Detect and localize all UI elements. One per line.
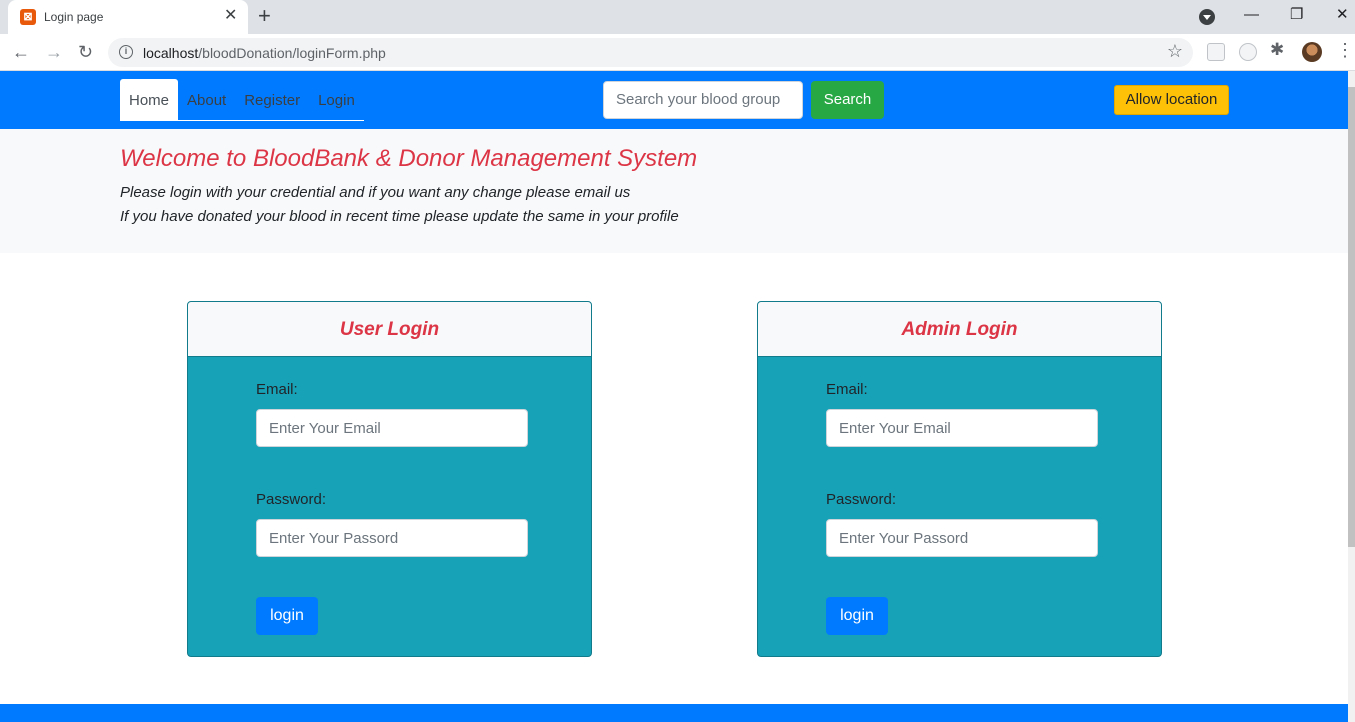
allow-location-button[interactable]: Allow location [1114,85,1229,115]
extension-icon[interactable] [1207,43,1225,61]
bookmark-star-icon[interactable]: ☆ [1167,41,1183,62]
info-icon[interactable]: i [119,45,133,59]
blood-group-search-input[interactable]: Search your blood group [603,81,803,119]
welcome-banner: Welcome to BloodBank & Donor Management … [0,129,1348,253]
nav-register[interactable]: Register [235,79,309,120]
user-login-card: User Login Email: Enter Your Email Passw… [187,301,592,657]
xampp-favicon-icon: ⊠ [20,9,36,25]
profile-avatar[interactable] [1302,42,1322,62]
extension-icon[interactable] [1239,43,1257,61]
welcome-line-1: Please login with your credential and if… [120,184,631,201]
admin-login-card: Admin Login Email: Enter Your Email Pass… [757,301,1162,657]
nav-about[interactable]: About [178,79,235,120]
reload-icon[interactable]: ↻ [78,40,93,64]
back-arrow-icon[interactable]: ← [12,40,30,64]
browser-tab[interactable]: ⊠ Login page ✕ [8,0,248,34]
nav-tabs: Home About Register Login [120,79,364,121]
tab-search-icon[interactable] [1199,9,1215,25]
extensions-puzzle-icon[interactable]: ✱ [1270,40,1284,60]
nav-home[interactable]: Home [120,79,179,120]
user-login-button[interactable]: login [256,597,318,635]
user-password-label: Password: [256,491,327,508]
user-email-input[interactable]: Enter Your Email [256,409,528,447]
url-text[interactable]: localhost/bloodDonation/loginForm.php [143,45,386,61]
browser-menu-icon[interactable]: ⋮ [1336,39,1354,61]
admin-password-label: Password: [826,491,897,508]
page-title: Welcome to BloodBank & Donor Management … [120,145,698,172]
new-tab-button[interactable]: + [258,4,271,28]
user-password-input[interactable]: Enter Your Passord [256,519,528,557]
scrollbar-thumb[interactable] [1348,87,1355,547]
admin-email-label: Email: [826,381,868,398]
restore-button[interactable]: ❐ [1290,5,1303,25]
close-window-button[interactable]: ✕ [1336,5,1349,25]
minimize-button[interactable]: — [1244,5,1259,25]
admin-login-button[interactable]: login [826,597,888,635]
tab-close-icon[interactable]: ✕ [224,7,237,25]
page-viewport: Home About Register Login Search your bl… [0,71,1355,722]
user-email-label: Email: [256,381,298,398]
tab-title: Login page [44,10,104,24]
search-button[interactable]: Search [811,81,884,119]
user-login-title: User Login [188,302,591,357]
site-navbar: Home About Register Login Search your bl… [0,71,1348,129]
tab-strip: ⊠ Login page ✕ + — ❐ ✕ [0,0,1355,34]
admin-login-title: Admin Login [758,302,1161,357]
browser-toolbar: ← → ↻ i localhost/bloodDonation/loginFor… [0,34,1355,71]
page-scrollbar[interactable] [1348,71,1355,722]
address-bar[interactable]: i localhost/bloodDonation/loginForm.php … [108,38,1193,67]
forward-arrow-icon[interactable]: → [45,40,63,64]
admin-email-input[interactable]: Enter Your Email [826,409,1098,447]
nav-login[interactable]: Login [309,79,364,120]
admin-password-input[interactable]: Enter Your Passord [826,519,1098,557]
footer-bar [0,704,1348,722]
welcome-line-2: If you have donated your blood in recent… [120,208,679,225]
